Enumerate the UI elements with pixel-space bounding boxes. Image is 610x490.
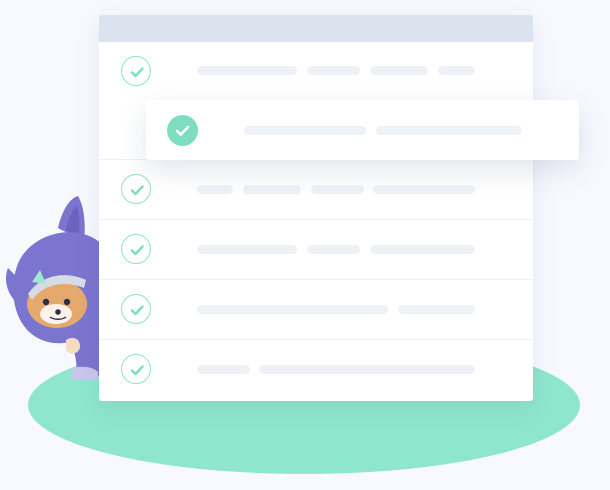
checkmark-icon[interactable] [121,354,151,384]
placeholder-text [370,245,475,254]
placeholder-text [307,245,360,254]
placeholder-text [311,185,364,194]
mascot-paw [66,338,80,354]
checklist-card [99,15,533,401]
placeholder-text [197,66,297,75]
mascot-eye-left [42,298,50,306]
placeholder-text [370,66,428,75]
placeholder-text [244,126,366,135]
checkmark-filled-icon[interactable] [167,115,198,146]
task-row-2-highlighted[interactable] [146,100,579,160]
checkmark-icon[interactable] [121,174,151,204]
task-row-4[interactable] [99,219,533,278]
placeholder-text [197,185,233,194]
placeholder-text [243,185,301,194]
task-row-6[interactable] [99,339,533,398]
placeholder-text [197,365,250,374]
mascot-eye-right [63,298,71,306]
placeholder-text [197,305,388,314]
mascot-illustration [6,196,104,380]
task-row-3[interactable] [99,159,533,218]
placeholder-text [373,185,475,194]
placeholder-text [259,365,475,374]
task-row-1[interactable] [99,42,533,101]
placeholder-text [197,245,297,254]
checkmark-icon[interactable] [121,56,151,86]
placeholder-text [376,126,522,135]
placeholder-text [398,305,475,314]
task-row-5[interactable] [99,279,533,338]
placeholder-text [438,66,475,75]
checkmark-icon[interactable] [121,234,151,264]
placeholder-text [307,66,360,75]
checkmark-icon[interactable] [121,294,151,324]
card-header [99,15,533,42]
